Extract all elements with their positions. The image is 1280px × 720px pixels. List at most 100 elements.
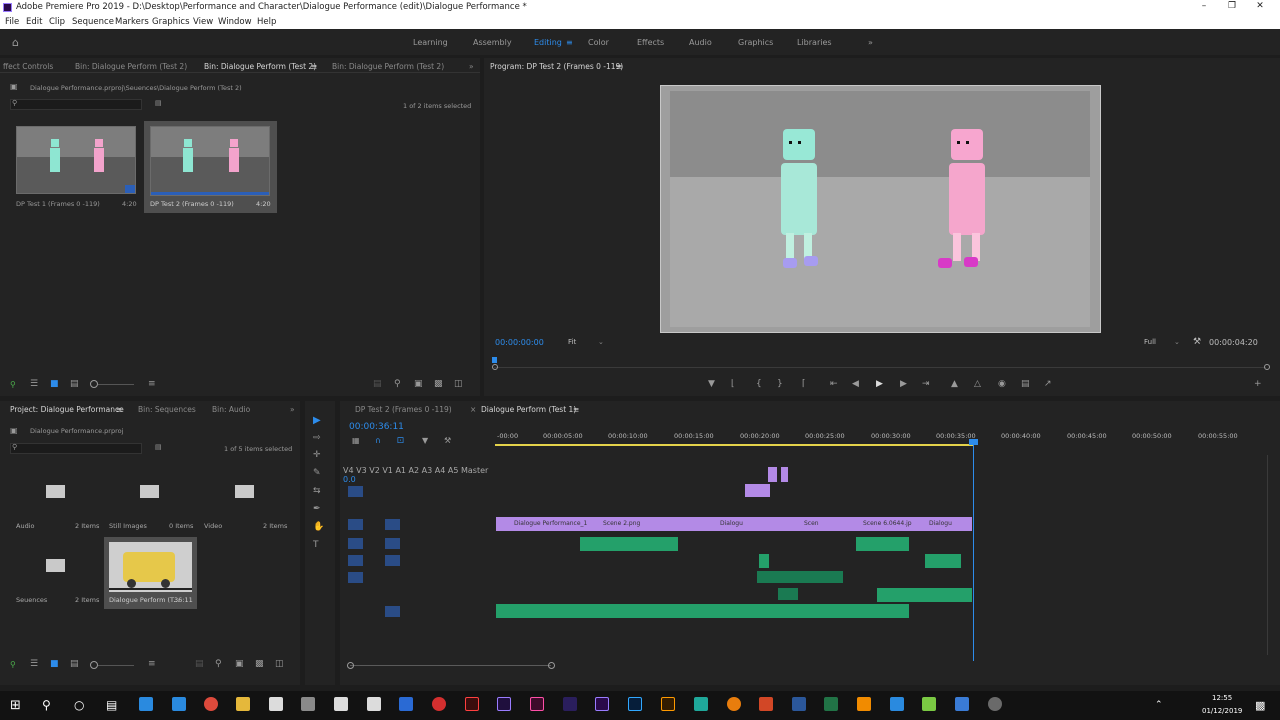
- project-freeform-icon[interactable]: ▤: [70, 660, 79, 669]
- project-overflow-icon[interactable]: »: [290, 405, 295, 414]
- project-new-bin-icon[interactable]: ▤: [155, 444, 162, 451]
- audio-clip-a4[interactable]: [877, 588, 972, 602]
- sequence-thumbnail[interactable]: [109, 542, 192, 592]
- project-sort-icon[interactable]: ≡: [148, 660, 156, 669]
- file-explorer-icon[interactable]: [236, 697, 250, 711]
- linked-selection-icon[interactable]: ⚀: [397, 437, 404, 445]
- menu-help[interactable]: Help: [257, 17, 276, 27]
- track-select-tool-icon[interactable]: ⇨: [313, 434, 321, 443]
- clear-marks-icon[interactable]: }: [777, 380, 783, 389]
- step-forward-icon[interactable]: ▶: [900, 380, 907, 389]
- master-volume-value[interactable]: 0.0: [343, 475, 356, 484]
- tab-close-icon[interactable]: ×: [470, 405, 476, 414]
- zoom-slider[interactable]: [98, 384, 134, 385]
- lock-icon[interactable]: ⚲: [10, 381, 16, 389]
- maya-icon[interactable]: [694, 697, 708, 711]
- after-effects-icon[interactable]: [497, 697, 511, 711]
- project-trash-icon[interactable]: ◫: [275, 660, 284, 669]
- type-tool-icon[interactable]: T: [313, 541, 319, 550]
- audio-clip-a2[interactable]: [759, 554, 769, 568]
- tab-timeline-dialogue[interactable]: Dialogue Perform (Test 1): [481, 405, 576, 414]
- timeline-vertical-scrollbar[interactable]: [1267, 455, 1268, 655]
- add-button-icon[interactable]: +: [1254, 380, 1262, 389]
- clip-thumbnail-1[interactable]: [16, 126, 136, 194]
- timeline-menu-icon[interactable]: ≡: [573, 405, 579, 414]
- folder-icon[interactable]: [140, 485, 159, 498]
- remote-desktop-icon[interactable]: [955, 697, 969, 711]
- animate-icon[interactable]: [465, 697, 479, 711]
- workspace-graphics[interactable]: Graphics: [738, 38, 773, 47]
- go-to-in-point-icon[interactable]: ⇤: [830, 380, 838, 389]
- calculator-icon[interactable]: [269, 697, 283, 711]
- folder-icon[interactable]: [46, 485, 65, 498]
- close-icon[interactable]: ✕: [1254, 1, 1266, 11]
- notification-icon[interactable]: ▩: [1255, 699, 1265, 712]
- tray-chevron-up-icon[interactable]: ⌃: [1155, 700, 1163, 710]
- settings-icon[interactable]: [988, 697, 1002, 711]
- menu-view[interactable]: View: [193, 17, 213, 27]
- extract-icon[interactable]: △: [974, 380, 981, 389]
- media-encoder-icon[interactable]: [563, 697, 577, 711]
- task-view-icon[interactable]: ▤: [106, 698, 117, 712]
- workspace-libraries[interactable]: Libraries: [797, 38, 832, 47]
- powerpoint-icon[interactable]: [759, 697, 773, 711]
- app-icon[interactable]: [922, 697, 936, 711]
- project-zoom-slider[interactable]: [98, 665, 134, 666]
- ripple-edit-tool-icon[interactable]: ✛: [313, 451, 321, 460]
- vlc-icon[interactable]: [857, 697, 871, 711]
- quality-chevron-down-icon[interactable]: ⌄: [1174, 338, 1180, 346]
- project-zoom-handle[interactable]: [90, 661, 98, 669]
- add-marker-icon[interactable]: ▼: [708, 380, 715, 389]
- wrench-icon[interactable]: ⚒: [1193, 337, 1201, 347]
- new-bin-icon[interactable]: ▤: [155, 100, 162, 107]
- program-scrubber[interactable]: [494, 367, 1266, 368]
- menu-edit[interactable]: Edit: [26, 17, 42, 27]
- timeline-scrollbar[interactable]: [350, 665, 551, 666]
- work-area-bar[interactable]: [495, 444, 973, 446]
- workspace-learning[interactable]: Learning: [413, 38, 448, 47]
- tab-timeline-dp-test-2[interactable]: DP Test 2 (Frames 0 -119): [355, 405, 452, 414]
- record-icon[interactable]: [432, 697, 446, 711]
- project-lock-icon[interactable]: ⚲: [10, 661, 16, 669]
- timeline-playhead[interactable]: [973, 442, 974, 661]
- playhead-marker[interactable]: [492, 357, 497, 363]
- new-item-icon[interactable]: ▩: [434, 380, 443, 389]
- illustrator-icon[interactable]: [661, 697, 675, 711]
- tab-bin-sequences[interactable]: Bin: Sequences: [138, 405, 196, 414]
- zoom-slider-handle[interactable]: [90, 380, 98, 388]
- workspace-editing[interactable]: Editing: [534, 38, 562, 47]
- timeline-marker-icon[interactable]: ▼: [422, 437, 428, 445]
- sort-icon[interactable]: ≡: [148, 380, 156, 389]
- menu-markers[interactable]: Markers: [115, 17, 149, 27]
- new-bin-button-icon[interactable]: ▣: [414, 380, 423, 389]
- pen-tool-icon[interactable]: ✒: [313, 505, 321, 514]
- play-icon[interactable]: ▶: [876, 380, 883, 389]
- tab-project[interactable]: Project: Dialogue Performance: [10, 405, 124, 414]
- cortana-icon[interactable]: ○: [74, 698, 84, 712]
- menu-window[interactable]: Window: [218, 17, 252, 27]
- scrollbar-left-handle[interactable]: [347, 662, 354, 669]
- menu-graphics[interactable]: Graphics: [152, 17, 190, 27]
- step-back-icon[interactable]: ◀: [852, 380, 859, 389]
- workspace-assembly[interactable]: Assembly: [473, 38, 512, 47]
- nest-icon[interactable]: ▦: [352, 437, 360, 445]
- tab-bin-1[interactable]: Bin: Dialogue Perform (Test 2): [75, 62, 187, 71]
- minimize-icon[interactable]: –: [1198, 1, 1210, 11]
- more-workspaces-icon[interactable]: »: [868, 38, 873, 47]
- notes-icon[interactable]: [399, 697, 413, 711]
- program-viewer[interactable]: [660, 85, 1101, 333]
- audio-clip-a5[interactable]: [496, 604, 909, 618]
- excel-icon[interactable]: [824, 697, 838, 711]
- scrubber-end-handle[interactable]: [1264, 364, 1270, 370]
- trash-icon[interactable]: ◫: [454, 380, 463, 389]
- workspace-color[interactable]: Color: [588, 38, 609, 47]
- indesign-icon[interactable]: [530, 697, 544, 711]
- program-timecode[interactable]: 00:00:00:00: [495, 338, 544, 347]
- razor-tool-icon[interactable]: ✎: [313, 469, 321, 478]
- menu-clip[interactable]: Clip: [49, 17, 65, 27]
- project-new-item-icon[interactable]: ▩: [255, 660, 264, 669]
- export-frame-icon[interactable]: ↗: [1044, 380, 1052, 389]
- tab-project-menu-icon[interactable]: ≡: [116, 405, 122, 414]
- mark-out-icon[interactable]: {: [756, 380, 762, 389]
- edge-icon[interactable]: [139, 697, 153, 711]
